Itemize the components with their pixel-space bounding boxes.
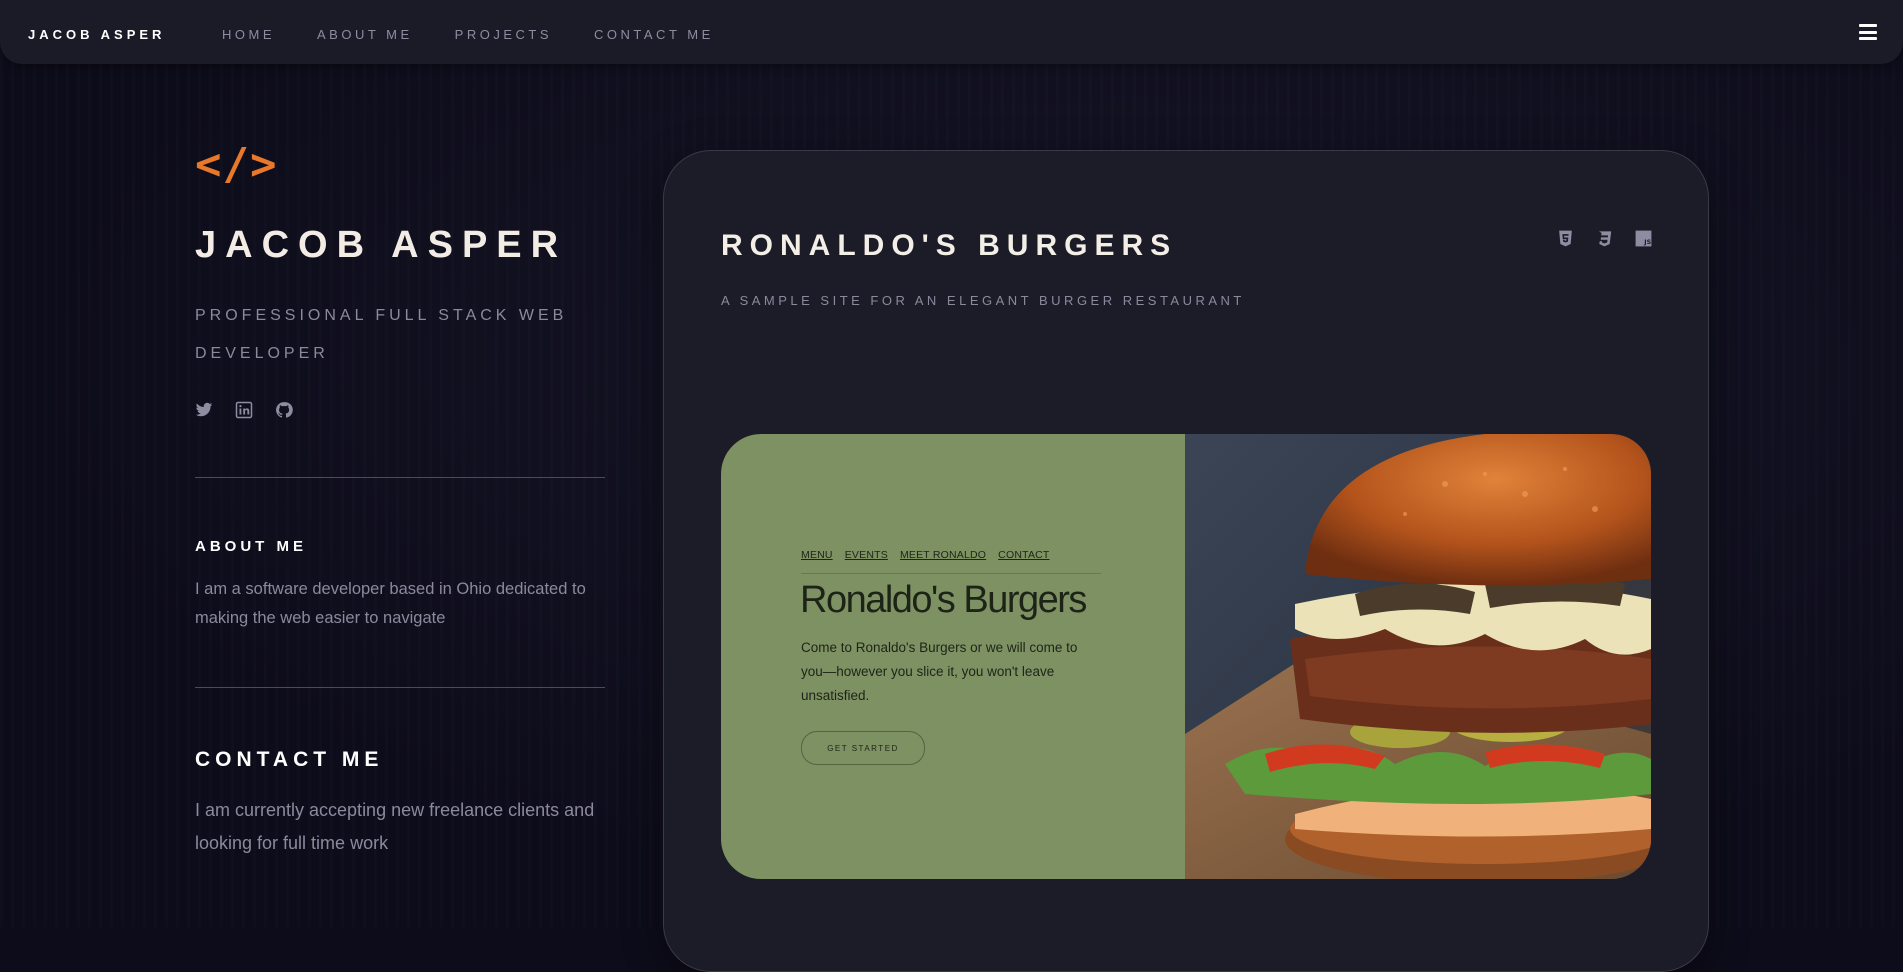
preview-nav-meet-ronaldo[interactable]: MEET RONALDO [900,549,986,561]
preview-nav: MENU EVENTS MEET RONALDO CONTACT [801,549,1050,561]
social-links [195,401,605,419]
javascript-icon: JS [1634,229,1653,248]
section-divider [195,477,605,478]
svg-text:JS: JS [1643,239,1651,246]
code-logo: </> [195,139,278,190]
profile-column: </> JACOB ASPER PROFESSIONAL FULL STACK … [195,140,605,860]
preview-divider [801,573,1101,574]
project-subtitle: A SAMPLE SITE FOR AN ELEGANT BURGER REST… [721,293,1245,308]
brand-name[interactable]: JACOB ASPER [28,27,165,42]
preview-nav-events[interactable]: EVENTS [845,549,888,561]
css3-icon [1595,229,1614,248]
nav-links: HOME ABOUT ME PROJECTS CONTACT ME [222,27,756,42]
top-navbar: JACOB ASPER HOME ABOUT ME PROJECTS CONTA… [0,0,1903,64]
burger-photo [1185,434,1651,879]
preview-nav-menu[interactable]: MENU [801,549,833,561]
linkedin-icon[interactable] [235,401,253,419]
project-preview[interactable]: MENU EVENTS MEET RONALDO CONTACT Ronaldo… [721,434,1651,879]
nav-link-home[interactable]: HOME [222,27,275,42]
about-text: I am a software developer based in Ohio … [195,580,586,627]
preview-get-started-button[interactable]: GET STARTED [801,731,925,765]
nav-link-contact-me[interactable]: CONTACT ME [594,27,714,42]
preview-title: Ronaldo's Burgers [800,579,1087,621]
section-divider [195,687,605,688]
preview-text: Come to Ronaldo's Burgers or we will com… [801,640,1078,703]
hero-subtitle: PROFESSIONAL FULL STACK WEB DEVELOPER [195,307,568,362]
github-icon[interactable] [275,401,293,419]
preview-hero-panel: MENU EVENTS MEET RONALDO CONTACT Ronaldo… [721,434,1185,879]
contact-text: I am currently accepting new freelance c… [195,800,595,853]
hero-name: JACOB ASPER [195,224,568,266]
twitter-icon[interactable] [195,401,213,419]
about-title: ABOUT ME [195,538,307,555]
html5-icon [1556,229,1575,248]
preview-nav-contact[interactable]: CONTACT [998,549,1049,561]
project-card[interactable]: RONALDO'S BURGERS A SAMPLE SITE FOR AN E… [663,150,1709,972]
hamburger-menu-icon[interactable] [1859,24,1877,40]
project-title: RONALDO'S BURGERS [721,229,1178,262]
nav-link-projects[interactable]: PROJECTS [455,27,552,42]
contact-title: CONTACT ME [195,748,384,771]
tech-stack-icons: JS [1556,229,1653,248]
nav-link-about-me[interactable]: ABOUT ME [317,27,413,42]
